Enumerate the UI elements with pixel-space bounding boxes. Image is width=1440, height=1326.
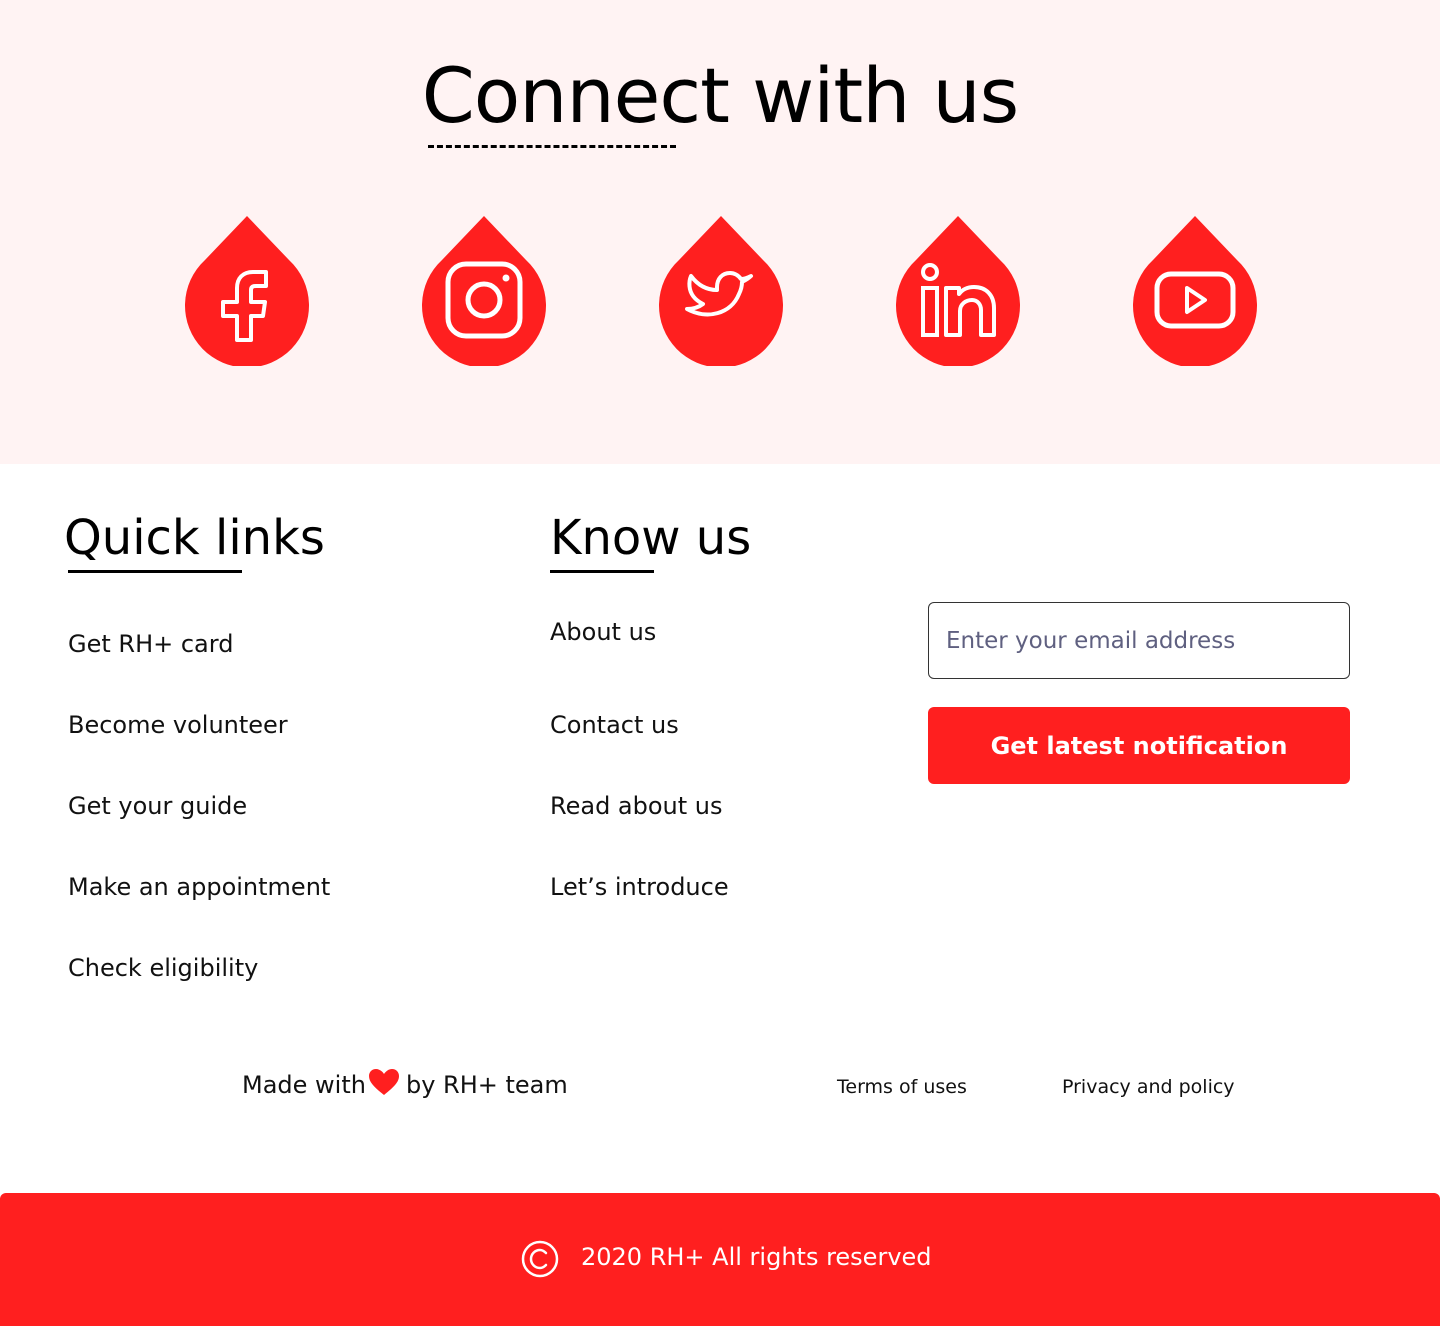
know-us-underline [550, 570, 654, 573]
terms-link[interactable]: Terms of uses [837, 1076, 967, 1098]
get-notification-button[interactable]: Get latest notification [928, 707, 1350, 784]
link-get-your-guide[interactable]: Get your guide [68, 792, 247, 821]
know-us-title: Know us [550, 510, 752, 566]
footer-page: Connect with us Quick links Get RH+ card… [0, 0, 1440, 1326]
copyright-text: 2020 RH+ All rights reserved [581, 1243, 932, 1271]
linkedin-icon [896, 216, 1020, 366]
linkedin-link[interactable] [896, 216, 1020, 366]
facebook-icon [185, 216, 309, 366]
twitter-link[interactable] [659, 216, 783, 366]
link-become-volunteer[interactable]: Become volunteer [68, 711, 288, 740]
made-with-suffix: by RH+ team [405, 1071, 568, 1099]
connect-section: Connect with us [0, 0, 1440, 464]
youtube-link[interactable] [1133, 216, 1257, 366]
privacy-link[interactable]: Privacy and policy [1062, 1076, 1235, 1098]
connect-title: Connect with us [421, 51, 1020, 140]
facebook-link[interactable] [185, 216, 309, 366]
link-lets-introduce[interactable]: Let’s introduce [550, 873, 729, 902]
copyright-icon [521, 1240, 559, 1278]
link-about-us[interactable]: About us [550, 618, 656, 647]
title-underline [428, 145, 676, 148]
quick-links-underline [68, 570, 242, 573]
made-with: Made with by RH+ team [242, 1068, 568, 1102]
link-read-about-us[interactable]: Read about us [550, 792, 723, 821]
made-with-prefix: Made with [242, 1071, 366, 1099]
twitter-icon [659, 216, 783, 366]
youtube-icon [1133, 216, 1257, 366]
link-contact-us[interactable]: Contact us [550, 711, 679, 740]
quick-links-title: Quick links [64, 510, 325, 566]
link-make-appointment[interactable]: Make an appointment [68, 873, 330, 902]
instagram-link[interactable] [422, 216, 546, 366]
instagram-icon [422, 216, 546, 366]
link-check-eligibility[interactable]: Check eligibility [68, 954, 258, 983]
email-input[interactable] [928, 602, 1350, 679]
heart-icon [368, 1068, 400, 1102]
link-get-rh-card[interactable]: Get RH+ card [68, 630, 233, 659]
